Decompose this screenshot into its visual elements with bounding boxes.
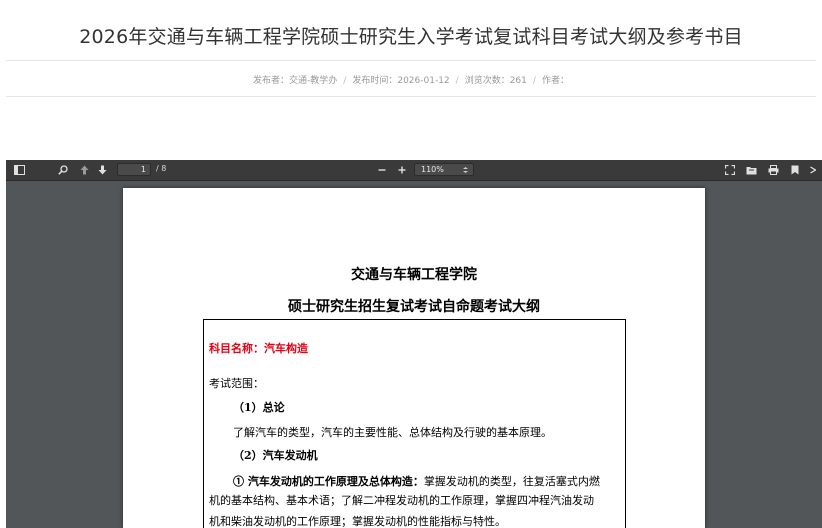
item-text-line: 机和柴油发动机的工作原理；掌握发动机的性能指标与特性。 xyxy=(209,515,506,528)
article-title: 2026年交通与车辆工程学院硕士研究生入学考试复试科目考试大纲及参考书目 xyxy=(79,26,743,48)
meta-separator: / xyxy=(343,76,347,86)
pdf-page: 交通与车辆工程学院 硕士研究生招生复试考试自命题考试大纲 科目名称：汽车构造 考… xyxy=(123,188,705,528)
search-icon[interactable] xyxy=(52,160,74,180)
item-text: 掌握发动机的类型，往复活塞式内燃 xyxy=(423,475,600,488)
document-heading-school: 交通与车辆工程学院 xyxy=(351,267,477,283)
zoom-value: 110% xyxy=(421,165,444,174)
outline-item: ① 汽车发动机的工作原理及总体构造：掌握发动机的类型，往复活塞式内燃 xyxy=(233,473,653,489)
meta-views: 浏览次数：261 xyxy=(464,76,527,86)
outline-box: 科目名称：汽车构造 考试范围： （1）总论 了解汽车的类型，汽车的主要性能、总体… xyxy=(203,319,626,528)
pdf-viewer[interactable]: 1 / 8 110% 交通与车辆工程学院 硕士研究生招生复试考试自命题考试大纲 … xyxy=(6,160,822,528)
page-number-input[interactable]: 1 xyxy=(117,163,151,176)
print-icon[interactable] xyxy=(765,160,781,180)
section-title: （1）总论 xyxy=(233,401,285,414)
item-title: ① 汽车发动机的工作原理及总体构造： xyxy=(233,475,424,488)
page-count: / 8 xyxy=(156,164,167,173)
item-text-line: 机的基本结构、基本术语；了解二冲程发动机的工作原理，掌握四冲程汽油发动 xyxy=(209,494,594,507)
pdf-toolbar: 1 / 8 110% xyxy=(6,160,822,181)
arrow-down-icon[interactable] xyxy=(94,160,110,180)
bookmark-icon[interactable] xyxy=(787,160,803,180)
divider xyxy=(6,60,816,61)
zoom-out-icon[interactable] xyxy=(374,160,390,180)
article-meta: 发布者：交通-教学办 / 发布时间：2026-01-12 / 浏览次数：261 / 作者： xyxy=(0,73,822,86)
subject-name: 科目名称：汽车构造 xyxy=(209,342,308,355)
zoom-select[interactable]: 110% xyxy=(414,163,474,176)
section-body: 了解汽车的类型，汽车的主要性能、总体结构及行驶的基本原理。 xyxy=(233,426,552,439)
fullscreen-icon[interactable] xyxy=(722,160,738,180)
sidebar-toggle-icon[interactable] xyxy=(8,160,30,180)
arrow-up-icon[interactable] xyxy=(76,160,92,180)
exam-scope-label: 考试范围： xyxy=(209,377,264,390)
meta-separator: / xyxy=(532,76,536,86)
article-header: 2026年交通与车辆工程学院硕士研究生入学考试复试科目考试大纲及参考书目 发布者… xyxy=(0,0,822,130)
document-heading-outline: 硕士研究生招生复试考试自命题考试大纲 xyxy=(288,299,540,315)
meta-author: 作者： xyxy=(541,76,569,86)
open-file-icon[interactable] xyxy=(743,160,759,180)
meta-publisher: 发布者：交通-教学办 xyxy=(253,76,338,86)
chevron-down-icon xyxy=(463,167,468,173)
section-title: （2）汽车发动机 xyxy=(233,449,318,462)
zoom-in-icon[interactable] xyxy=(394,160,410,180)
meta-separator: / xyxy=(455,76,459,86)
more-tools-icon[interactable] xyxy=(807,160,819,180)
meta-time: 发布时间：2026-01-12 xyxy=(352,76,450,86)
divider xyxy=(6,96,816,97)
